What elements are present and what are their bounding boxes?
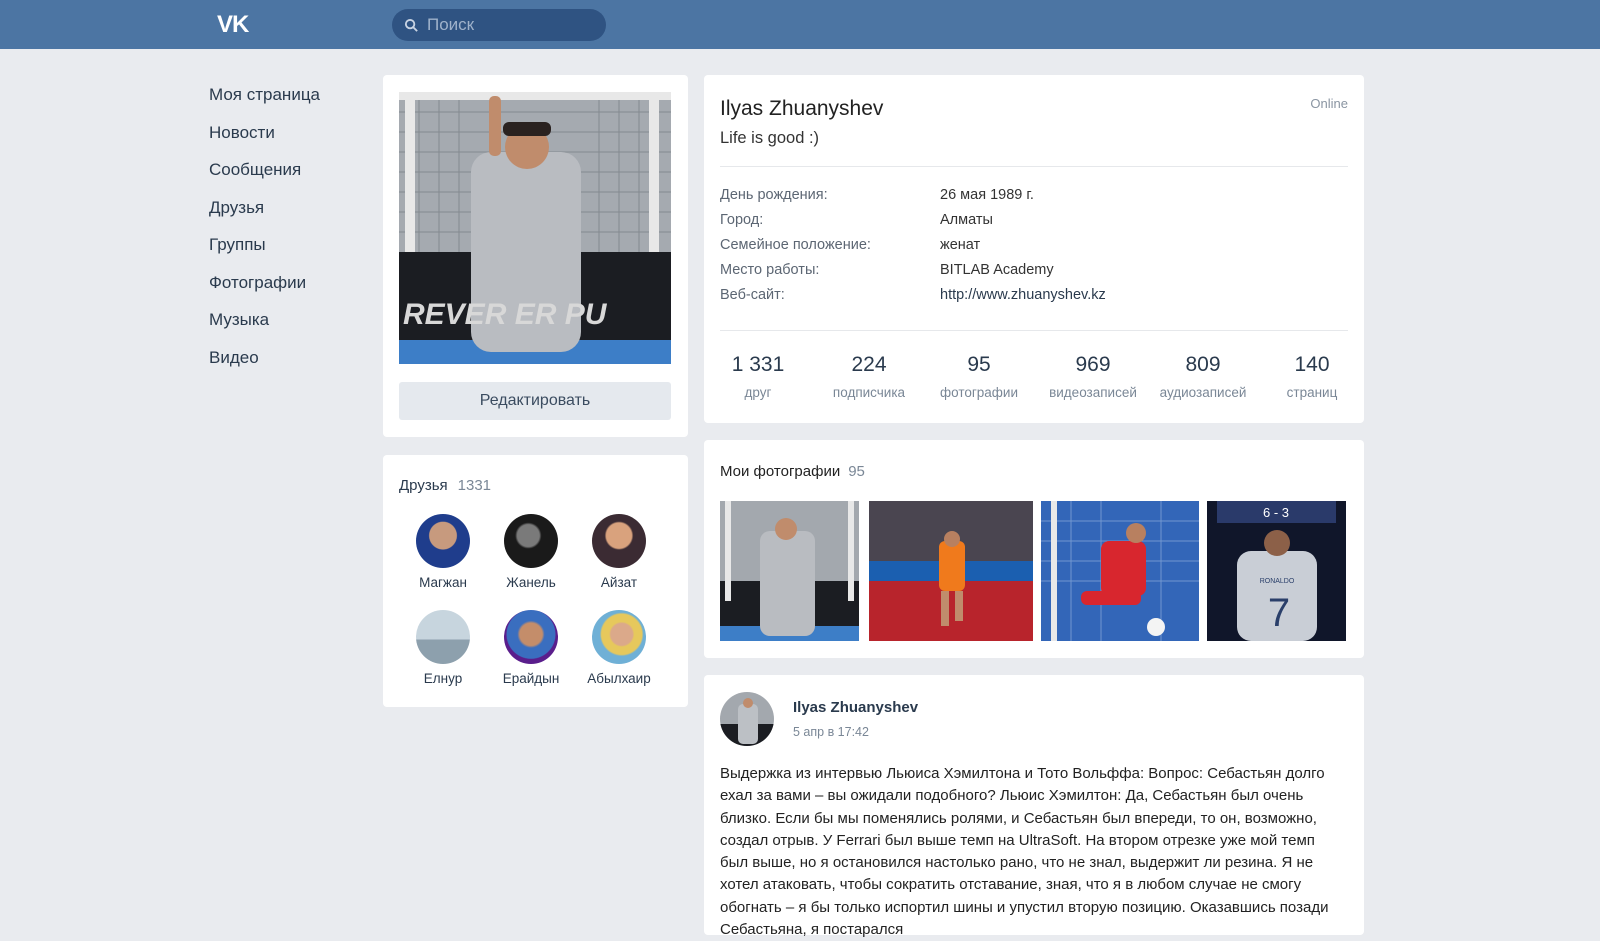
stat-label: подписчика xyxy=(832,385,906,400)
friends-card: Друзья 1331 Магжан Жанель Айзат Елнур Ера… xyxy=(383,455,688,707)
friend-item[interactable]: Жанель xyxy=(491,514,571,590)
stat-number: 95 xyxy=(967,353,991,376)
jersey-name: RONALDO xyxy=(1260,578,1295,585)
post-text: Выдержка из интервью Льюиса Хэмилтона и … xyxy=(720,765,1329,939)
friend-item[interactable]: Ерайдын xyxy=(491,610,571,686)
website-link[interactable]: http://www.zhuanyshev.kz xyxy=(940,287,1106,303)
info-label: День рождения: xyxy=(720,187,828,203)
info-value[interactable]: Алматы xyxy=(940,212,993,228)
divider xyxy=(720,330,1348,331)
friend-item[interactable]: Елнур xyxy=(403,610,483,686)
info-label: Веб-сайт: xyxy=(720,287,785,303)
stat-followers[interactable]: 224 подписчика xyxy=(814,353,924,400)
avatar-card: REVER ER PU Редактировать xyxy=(383,75,688,437)
photos-title-label: Мои фотографии xyxy=(720,463,841,480)
friend-avatar xyxy=(592,610,646,664)
info-value[interactable]: BITLAB Academy xyxy=(940,262,1054,278)
divider xyxy=(720,166,1348,167)
friend-avatar xyxy=(504,514,558,568)
jersey-number: 7 xyxy=(1268,591,1290,635)
stat-photos[interactable]: 95 фотографии xyxy=(924,353,1034,400)
vk-logo[interactable]: VK xyxy=(217,11,249,39)
friend-name: Айзат xyxy=(600,575,638,590)
photo-thumbnail[interactable] xyxy=(720,501,859,641)
stat-audio[interactable]: 809 аудиозаписей xyxy=(1148,353,1258,400)
search-box[interactable] xyxy=(392,9,606,41)
photos-card: Мои фотографии 95 6 - 3 RONALDO 7 xyxy=(704,440,1364,658)
friend-avatar xyxy=(504,610,558,664)
top-header: VK xyxy=(0,0,1600,49)
friend-name: Ерайдын xyxy=(502,671,560,686)
friend-item[interactable]: Магжан xyxy=(403,514,483,590)
profile-status[interactable]: Life is good :) xyxy=(720,129,819,148)
stat-number: 969 xyxy=(1075,353,1111,376)
stat-label: друг xyxy=(744,385,772,400)
nav-item-music[interactable]: Музыка xyxy=(209,307,320,345)
nav-item-friends[interactable]: Друзья xyxy=(209,195,320,233)
stat-number: 1 331 xyxy=(731,353,785,376)
edit-profile-button[interactable]: Редактировать xyxy=(399,382,671,420)
friends-count: 1331 xyxy=(457,477,492,494)
banner-text: REVER ER PU xyxy=(403,298,608,331)
search-input[interactable] xyxy=(425,14,599,36)
nav-item-groups[interactable]: Группы xyxy=(209,232,320,270)
info-value[interactable]: женат xyxy=(940,237,980,253)
photo-thumbnail[interactable] xyxy=(869,501,1033,641)
post-author-avatar[interactable] xyxy=(720,692,774,746)
nav-item-news[interactable]: Новости xyxy=(209,120,320,158)
friend-item[interactable]: Абылхаир xyxy=(579,610,659,686)
profile-photo[interactable]: REVER ER PU xyxy=(399,92,671,364)
friend-item[interactable]: Айзат xyxy=(579,514,659,590)
photos-title[interactable]: Мои фотографии 95 xyxy=(720,463,865,480)
friend-name: Елнур xyxy=(423,671,463,686)
friends-title-label: Друзья xyxy=(399,477,448,494)
stat-number: 140 xyxy=(1294,353,1330,376)
friend-avatar xyxy=(592,514,646,568)
stat-pages[interactable]: 140 страниц xyxy=(1257,353,1367,400)
friend-name: Абылхаир xyxy=(587,671,651,686)
info-label: Место работы: xyxy=(720,262,820,278)
post-author-name[interactable]: Ilyas Zhuanyshev xyxy=(793,699,918,716)
info-label: Город: xyxy=(720,212,764,228)
stat-friends[interactable]: 1 331 друг xyxy=(703,353,813,400)
stat-number: 809 xyxy=(1185,353,1221,376)
profile-info-card: Ilyas Zhuanyshev Life is good :) Online … xyxy=(704,75,1364,423)
nav-item-photos[interactable]: Фотографии xyxy=(209,270,320,308)
info-value[interactable]: 26 мая 1989 г. xyxy=(940,187,1034,203)
friend-avatar xyxy=(416,514,470,568)
online-indicator: Online xyxy=(1310,96,1348,111)
stat-label: страниц xyxy=(1286,385,1338,400)
nav-item-video[interactable]: Видео xyxy=(209,345,320,383)
nav-item-messages[interactable]: Сообщения xyxy=(209,157,320,195)
photos-count: 95 xyxy=(848,463,865,480)
left-navigation: Моя страница Новости Сообщения Друзья Гр… xyxy=(209,82,320,382)
profile-name: Ilyas Zhuanyshev xyxy=(720,97,884,120)
stat-number: 224 xyxy=(851,353,887,376)
wall-post: Ilyas Zhuanyshev 5 апр в 17:42 Выдержка … xyxy=(704,675,1364,938)
friend-name: Жанель xyxy=(506,575,556,590)
friend-avatar xyxy=(416,610,470,664)
stat-videos[interactable]: 969 видеозаписей xyxy=(1038,353,1148,400)
info-label: Семейное положение: xyxy=(720,237,871,253)
nav-item-my-page[interactable]: Моя страница xyxy=(209,82,320,120)
search-icon xyxy=(404,18,418,32)
friends-title[interactable]: Друзья 1331 xyxy=(399,477,491,494)
photo-thumbnail[interactable]: 6 - 3 RONALDO 7 xyxy=(1207,501,1346,641)
post-date[interactable]: 5 апр в 17:42 xyxy=(793,725,869,739)
scoreboard-text: 6 - 3 xyxy=(1263,505,1289,520)
stat-label: фотографии xyxy=(940,385,1018,400)
friend-name: Магжан xyxy=(419,575,467,590)
stat-label: аудиозаписей xyxy=(1159,385,1247,400)
photo-thumbnail[interactable] xyxy=(1041,501,1199,641)
stat-label: видеозаписей xyxy=(1049,385,1137,400)
